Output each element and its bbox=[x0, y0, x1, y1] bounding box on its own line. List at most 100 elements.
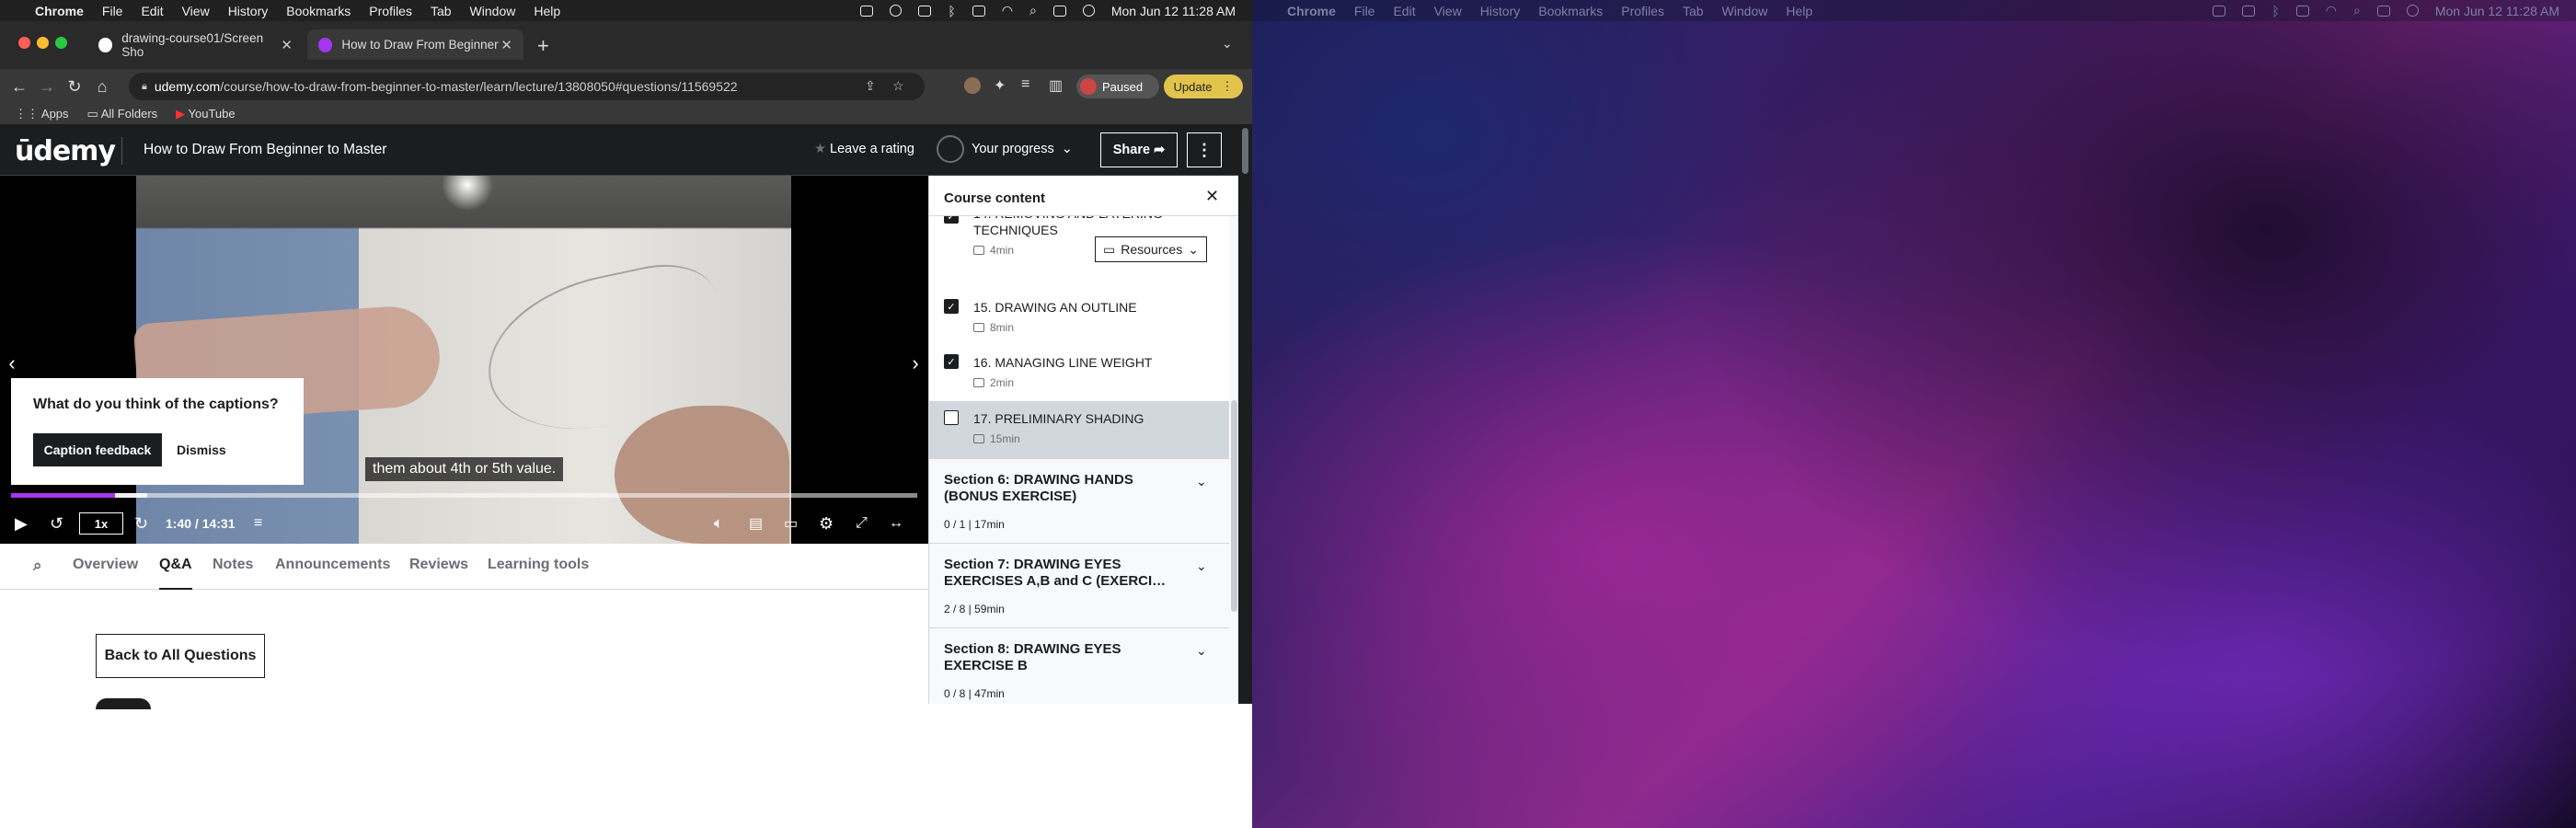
menu-file[interactable]: File bbox=[93, 4, 132, 18]
window-zoom-button[interactable] bbox=[55, 37, 67, 49]
menu-history[interactable]: History bbox=[219, 4, 278, 18]
leave-rating-button[interactable]: ★ Leave a rating bbox=[814, 142, 914, 156]
siri-icon[interactable] bbox=[1082, 5, 1095, 17]
tab-search-chevron-icon[interactable]: ⌄ bbox=[1222, 36, 1233, 52]
side-panel-icon[interactable]: ▥ bbox=[1049, 76, 1063, 95]
resources-button[interactable]: ▭ Resources ⌄ bbox=[1095, 236, 1207, 262]
bookmark-apps[interactable]: ⋮⋮ Apps bbox=[15, 107, 69, 121]
spotlight-search-icon[interactable]: ⌕ bbox=[1029, 3, 1037, 18]
extensions-puzzle-icon[interactable]: ✦ bbox=[994, 76, 1006, 95]
scrollbar-thumb[interactable] bbox=[1242, 128, 1248, 174]
battery-icon[interactable] bbox=[918, 5, 932, 17]
section-6-header[interactable]: Section 6: DRAWING HANDS (BONUS EXERCISE… bbox=[929, 458, 1229, 543]
new-tab-button[interactable]: + bbox=[537, 34, 549, 58]
menu-view[interactable]: View bbox=[173, 4, 219, 18]
menu-app-name[interactable]: Chrome bbox=[26, 4, 93, 18]
tab-notes[interactable]: Notes bbox=[213, 557, 253, 590]
course-title[interactable]: How to Draw From Beginner to Master bbox=[144, 142, 386, 158]
update-button[interactable]: Update ⋮ bbox=[1164, 75, 1243, 98]
video-player[interactable]: ‹ › What do you think of the captions? C… bbox=[0, 176, 928, 544]
share-page-icon[interactable]: ⇪ bbox=[865, 78, 876, 94]
menu-help[interactable]: Help bbox=[524, 4, 569, 18]
page-scrollbar[interactable] bbox=[1238, 124, 1252, 704]
lecture-checkbox[interactable]: ✓ bbox=[944, 299, 959, 314]
bookmark-all-folders[interactable]: ▭ All Folders bbox=[87, 107, 158, 121]
add-note-icon[interactable]: ≡ bbox=[254, 512, 262, 535]
next-lecture-button[interactable]: › bbox=[903, 341, 928, 385]
record-icon[interactable] bbox=[890, 5, 903, 17]
sidebar-scrollbar[interactable] bbox=[1229, 216, 1238, 704]
tab-overview[interactable]: Overview bbox=[73, 557, 138, 590]
control-center-icon[interactable] bbox=[2376, 5, 2390, 17]
browser-tab-github[interactable]: drawing-course01/Screen Sho ✕ bbox=[87, 29, 304, 60]
settings-gear-icon[interactable]: ⚙ bbox=[819, 512, 834, 535]
close-icon[interactable]: ✕ bbox=[1205, 187, 1219, 206]
media-queue-icon[interactable]: ≡ bbox=[1021, 76, 1029, 93]
your-progress-button[interactable]: Your progress ⌄ bbox=[937, 135, 1073, 163]
wifi-icon[interactable]: ◠ bbox=[2326, 3, 2337, 18]
back-to-all-questions-button[interactable]: Back to All Questions bbox=[96, 634, 265, 678]
tab-close-icon[interactable]: ✕ bbox=[500, 37, 512, 53]
seek-bar[interactable] bbox=[11, 493, 917, 498]
section-7-header[interactable]: Section 7: DRAWING EYES EXERCISES A,B an… bbox=[929, 543, 1229, 627]
menu-window[interactable]: Window bbox=[461, 4, 525, 18]
tab-close-icon[interactable]: ✕ bbox=[281, 37, 293, 53]
share-button[interactable]: Share ➦ bbox=[1100, 132, 1178, 167]
battery-icon[interactable] bbox=[2242, 5, 2256, 17]
tab-reviews[interactable]: Reviews bbox=[409, 557, 468, 590]
captions-icon[interactable]: ▭ bbox=[784, 512, 798, 535]
menu-edit[interactable]: Edit bbox=[1384, 4, 1424, 18]
search-icon[interactable]: ⌕ bbox=[33, 557, 42, 590]
profile-paused-button[interactable]: Paused bbox=[1076, 75, 1159, 98]
reload-icon[interactable]: ↻ bbox=[61, 77, 88, 97]
window-minimize-button[interactable] bbox=[37, 37, 49, 49]
screen-mirror-icon[interactable] bbox=[2213, 5, 2226, 17]
udemy-logo[interactable]: ūdemy bbox=[15, 135, 116, 167]
wifi-icon[interactable]: ◠ bbox=[1002, 3, 1013, 18]
control-center-icon[interactable] bbox=[1052, 5, 1066, 17]
menu-bookmarks[interactable]: Bookmarks bbox=[277, 4, 360, 18]
playback-speed-button[interactable]: 1x bbox=[79, 512, 123, 535]
back-arrow-icon[interactable]: ← bbox=[6, 77, 33, 97]
dismiss-button[interactable]: Dismiss bbox=[177, 433, 226, 466]
browser-tab-udemy[interactable]: How to Draw From Beginner to ✕ bbox=[307, 29, 523, 60]
extension-avatar-icon[interactable] bbox=[964, 77, 981, 94]
screen-mirror-icon[interactable] bbox=[860, 5, 874, 17]
menu-view[interactable]: View bbox=[1425, 4, 1471, 18]
lecture-checkbox[interactable] bbox=[944, 410, 959, 425]
keyboard-icon[interactable] bbox=[2295, 5, 2309, 17]
menu-profiles[interactable]: Profiles bbox=[360, 4, 421, 18]
more-options-button[interactable]: ⋮ bbox=[1187, 132, 1222, 167]
menu-bookmarks[interactable]: Bookmarks bbox=[1529, 4, 1612, 18]
transcript-icon[interactable]: ▤ bbox=[749, 512, 763, 535]
lecture-item[interactable]: ✓ 15. DRAWING AN OUTLINE 8min bbox=[929, 299, 1229, 354]
bookmark-youtube[interactable]: ▶ YouTube bbox=[176, 107, 235, 121]
fullscreen-icon[interactable]: ⤢ bbox=[856, 512, 868, 535]
menubar-clock[interactable]: Mon Jun 12 11:28 AM bbox=[1111, 4, 1236, 18]
lecture-checkbox[interactable]: ✓ bbox=[944, 354, 959, 369]
bluetooth-icon[interactable]: ᛒ bbox=[948, 4, 955, 18]
lecture-item[interactable]: ✓ 14. REMOVING AND LAYERING TECHNIQUES 4… bbox=[929, 206, 1229, 299]
play-icon[interactable]: ▶ bbox=[15, 512, 28, 535]
forward-icon[interactable]: ↻ bbox=[134, 512, 148, 535]
scrollbar-thumb[interactable] bbox=[1231, 400, 1237, 612]
volume-icon[interactable]: 🔈︎ bbox=[714, 512, 723, 535]
tab-learning-tools[interactable]: Learning tools bbox=[488, 557, 589, 590]
spotlight-search-icon[interactable]: ⌕ bbox=[2353, 3, 2361, 18]
menu-file[interactable]: File bbox=[1345, 4, 1385, 18]
tab-qa[interactable]: Q&A bbox=[159, 557, 192, 590]
menubar-clock[interactable]: Mon Jun 12 11:28 AM bbox=[2435, 4, 2559, 18]
home-icon[interactable]: ⌂ bbox=[88, 77, 116, 97]
forward-arrow-icon[interactable]: → bbox=[33, 77, 61, 97]
menu-tab[interactable]: Tab bbox=[1673, 4, 1713, 18]
siri-icon[interactable] bbox=[2406, 5, 2419, 17]
rewind-icon[interactable]: ↺ bbox=[50, 512, 63, 535]
menu-help[interactable]: Help bbox=[1777, 4, 1822, 18]
caption-feedback-button[interactable]: Caption feedback bbox=[33, 433, 162, 466]
url-bar[interactable]: 🔒︎ udemy.com /course/how-to-draw-from-be… bbox=[129, 73, 925, 100]
bluetooth-icon[interactable]: ᛒ bbox=[2271, 4, 2279, 18]
menu-window[interactable]: Window bbox=[1713, 4, 1777, 18]
menu-tab[interactable]: Tab bbox=[421, 4, 461, 18]
window-close-button[interactable] bbox=[18, 37, 30, 49]
menu-edit[interactable]: Edit bbox=[132, 4, 172, 18]
